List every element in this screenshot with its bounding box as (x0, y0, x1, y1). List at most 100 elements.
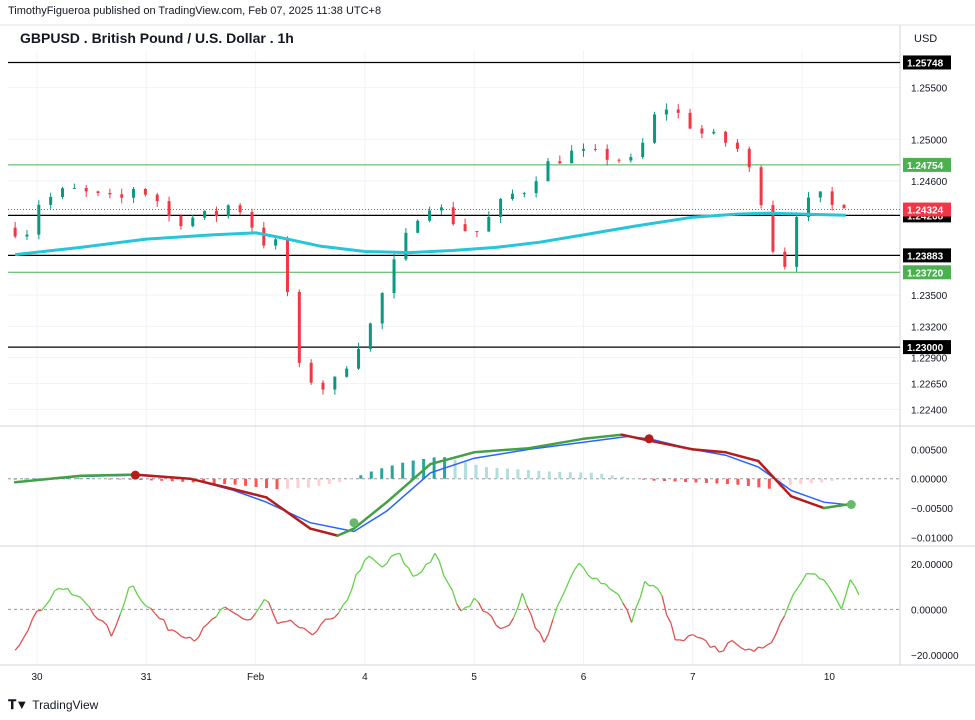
oscillator-line-segment (788, 593, 794, 605)
signal-line-segment (309, 527, 339, 537)
price-tick-label: 1.23200 (911, 322, 948, 333)
cross-marker-bearish (130, 470, 140, 480)
oscillator-line-segment (622, 602, 628, 611)
oscillator-line-segment (697, 636, 702, 639)
oscillator-line-segment (14, 644, 21, 651)
last-price-label: 1.24324 (907, 206, 944, 217)
macd-histogram-bar (725, 478, 729, 485)
oscillator-line-segment (163, 619, 169, 631)
candle-body (155, 194, 159, 202)
oscillator-line-segment (207, 618, 213, 625)
oscillator-line-segment (451, 589, 458, 604)
macd-histogram-bar (757, 478, 761, 488)
oscillator-line-segment (250, 612, 257, 620)
macd-tick-label: −0.00500 (911, 504, 953, 515)
oscillator-line-segment (128, 585, 134, 589)
oscillator-line-segment (429, 552, 436, 563)
oscillator-line-segment (653, 585, 659, 590)
horizontal-levels-layer (8, 61, 900, 348)
oscillator-line-segment (661, 595, 668, 615)
macd-histogram-bar (160, 478, 164, 481)
oscillator-line-segment (403, 563, 410, 569)
time-tick-label: Feb (247, 672, 265, 683)
oscillator-line-segment (617, 594, 624, 604)
macd-histogram-bar (830, 478, 834, 481)
oscillator-line-segment (845, 579, 851, 596)
macd-histogram-bar (24, 478, 28, 480)
oscillator-line-segment (346, 589, 353, 601)
oscillator-line-segment (534, 627, 541, 634)
oscillator-line-segment (477, 602, 484, 612)
macd-histogram-bar (788, 478, 792, 486)
candle-body (345, 368, 349, 377)
candle-body (617, 159, 621, 161)
oscillator-line-segment (701, 637, 707, 642)
time-axis-layer: 30 31 Feb 4 5 6 7 10 (31, 672, 835, 683)
signal-line-segment (265, 496, 312, 530)
oscillator-line-segment (49, 590, 56, 600)
oscillator-line-segment (853, 585, 860, 596)
candle-body (25, 234, 29, 237)
candle-body (404, 232, 408, 260)
macd-histogram-bar (285, 478, 289, 489)
candle-body (179, 216, 183, 227)
candles-layer (13, 103, 846, 395)
oscillator-line-segment (596, 577, 602, 584)
macd-histogram-bar (704, 478, 708, 483)
candle-body (735, 142, 739, 149)
oscillator-line-segment (381, 563, 388, 568)
oscillator-line-segment (421, 564, 427, 573)
oscillator-line-segment (377, 563, 383, 568)
price-tick-label: 1.23500 (911, 291, 948, 302)
oscillator-line-segment (710, 645, 715, 649)
macd-histogram-bar (526, 470, 530, 479)
oscillator-line-segment (849, 579, 856, 587)
oscillator-line-segment (770, 633, 777, 643)
candle-body (795, 216, 799, 267)
time-tick-label: 10 (824, 672, 836, 683)
oscillator-line-segment (587, 574, 593, 580)
oscillator-line-segment (137, 594, 143, 602)
candle-body (226, 205, 230, 217)
oscillator-line-segment (438, 560, 445, 576)
oscillator-line-segment (578, 562, 584, 569)
macd-histogram-bar (223, 478, 227, 485)
candle-body (593, 148, 597, 150)
oscillator-line-segment (827, 585, 834, 594)
candle-body (37, 204, 41, 235)
oscillator-line-segment (119, 602, 126, 615)
oscillator-line-segment (246, 618, 252, 621)
macd-histogram-bar (579, 472, 583, 479)
macd-histogram-bar (411, 460, 415, 479)
macd-histogram-bar (516, 469, 520, 479)
candle-body (380, 293, 384, 324)
oscillator-line-segment (495, 624, 501, 630)
candle-body (61, 188, 65, 197)
oscillator-line-segment (154, 613, 160, 619)
oscillator-line-segment (635, 597, 641, 609)
macd-histogram-bar (631, 478, 635, 479)
macd-histogram-bar (663, 478, 667, 482)
oscillator-line-segment (836, 600, 843, 610)
chart-area[interactable]: 1.25500 1.25000 1.24600 1.23500 1.23200 1.229… (0, 0, 975, 720)
oscillator-line-segment (159, 617, 164, 621)
candle-body (250, 212, 254, 228)
price-tick-label: 1.22650 (911, 379, 948, 390)
candle-body (392, 259, 396, 294)
candle-body (297, 291, 301, 363)
oscillator-line-segment (329, 617, 335, 620)
candle-body (570, 150, 574, 164)
macd-histogram-bar (589, 472, 593, 479)
macd-histogram-bar (275, 478, 279, 490)
candle-body (605, 148, 609, 160)
oscillator-line-segment (58, 587, 64, 591)
macd-histogram-bar (809, 478, 813, 484)
candle-body (783, 251, 787, 267)
oscillator-line-segment (508, 617, 515, 626)
oscillator-line-segment (819, 578, 825, 581)
candle-body (333, 376, 337, 390)
footer-brand[interactable]: TradingView (32, 698, 98, 712)
macd-histogram-bar (652, 478, 656, 481)
oscillator-line-segment (259, 599, 265, 607)
oscillator-line-segment (731, 639, 737, 645)
